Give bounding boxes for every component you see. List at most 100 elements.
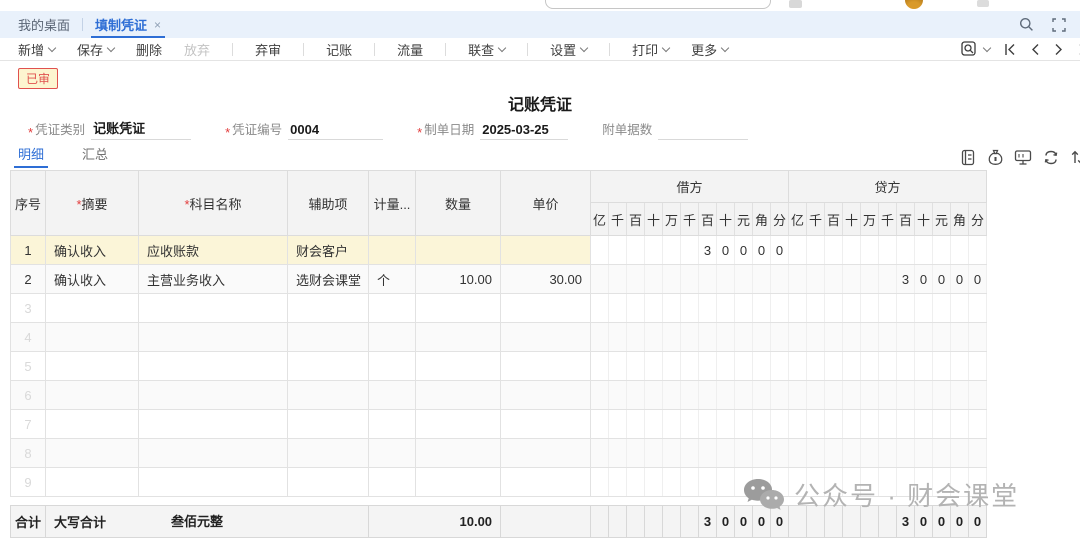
cell-debit-digit[interactable]: [735, 439, 753, 468]
cell-debit-digit[interactable]: [717, 294, 735, 323]
toolbar-button-设置[interactable]: 设置: [550, 40, 587, 59]
cell-debit-digit[interactable]: [591, 352, 609, 381]
cell-credit-digit[interactable]: [843, 381, 861, 410]
cell-summary[interactable]: 确认收入: [46, 265, 139, 294]
cell-debit-digit[interactable]: [663, 468, 681, 497]
cell-credit-digit[interactable]: [897, 323, 915, 352]
cell-credit-digit[interactable]: [879, 294, 897, 323]
cell-credit-digit[interactable]: [969, 381, 987, 410]
cell-debit-digit[interactable]: [681, 323, 699, 352]
cell-debit-digit[interactable]: [681, 439, 699, 468]
cell-debit-digit[interactable]: [717, 468, 735, 497]
cell-debit-digit[interactable]: [609, 323, 627, 352]
cell-debit-digit[interactable]: [627, 381, 645, 410]
cell-credit-digit[interactable]: [861, 352, 879, 381]
cell-credit-digit[interactable]: [843, 294, 861, 323]
cell-credit-digit[interactable]: [843, 323, 861, 352]
cell-debit-digit[interactable]: [681, 352, 699, 381]
cell-credit-digit[interactable]: [861, 439, 879, 468]
cell-credit-digit[interactable]: [807, 236, 825, 265]
cell-debit-digit[interactable]: [735, 294, 753, 323]
cell-debit-digit[interactable]: [591, 294, 609, 323]
cell-credit-digit[interactable]: [861, 410, 879, 439]
cell-credit-digit[interactable]: [969, 236, 987, 265]
cell-account[interactable]: [139, 352, 288, 381]
cell-debit-digit[interactable]: [753, 381, 771, 410]
cell-price[interactable]: [501, 352, 591, 381]
cell-credit-digit[interactable]: 0: [933, 265, 951, 294]
cell-summary[interactable]: 确认收入: [46, 236, 139, 265]
cell-debit-digit[interactable]: [681, 381, 699, 410]
field-value-input[interactable]: [658, 122, 748, 140]
cell-debit-digit[interactable]: [627, 468, 645, 497]
cell-credit-digit[interactable]: 3: [897, 265, 915, 294]
cell-account[interactable]: 应收账款: [139, 236, 288, 265]
cell-account[interactable]: [139, 468, 288, 497]
cell-credit-digit[interactable]: [879, 381, 897, 410]
cell-credit-digit[interactable]: [915, 381, 933, 410]
next-voucher-icon[interactable]: [1054, 43, 1064, 56]
cell-debit-digit[interactable]: [591, 236, 609, 265]
cell-debit-digit[interactable]: [771, 265, 789, 294]
cell-debit-digit[interactable]: [699, 352, 717, 381]
cell-debit-digit[interactable]: [645, 236, 663, 265]
cell-credit-digit[interactable]: [915, 410, 933, 439]
cell-debit-digit[interactable]: [663, 410, 681, 439]
cell-credit-digit[interactable]: [825, 236, 843, 265]
cell-debit-digit[interactable]: [663, 439, 681, 468]
cell-aux[interactable]: [288, 439, 369, 468]
cell-price[interactable]: [501, 323, 591, 352]
cell-credit-digit[interactable]: [843, 352, 861, 381]
cell-debit-digit[interactable]: [699, 294, 717, 323]
cell-debit-digit[interactable]: [735, 381, 753, 410]
cell-credit-digit[interactable]: [969, 294, 987, 323]
cell-summary[interactable]: [46, 294, 139, 323]
cell-debit-digit[interactable]: [699, 468, 717, 497]
cell-debit-digit[interactable]: 0: [771, 236, 789, 265]
cell-qty[interactable]: 10.00: [416, 265, 501, 294]
cell-summary[interactable]: [46, 468, 139, 497]
cell-debit-digit[interactable]: [753, 294, 771, 323]
cell-account[interactable]: [139, 410, 288, 439]
cell-credit-digit[interactable]: [825, 352, 843, 381]
cell-debit-digit[interactable]: [717, 352, 735, 381]
monitor-icon[interactable]: [1014, 149, 1032, 166]
browser-address-input[interactable]: [545, 0, 771, 9]
cell-credit-digit[interactable]: [951, 236, 969, 265]
cell-debit-digit[interactable]: [591, 381, 609, 410]
cell-debit-digit[interactable]: 0: [735, 236, 753, 265]
field-value-input[interactable]: 0004: [288, 122, 383, 140]
toolbar-button-联查[interactable]: 联查: [468, 40, 505, 59]
cell-debit-digit[interactable]: [663, 236, 681, 265]
cell-debit-digit[interactable]: [663, 323, 681, 352]
cell-credit-digit[interactable]: [843, 265, 861, 294]
cell-credit-digit[interactable]: [825, 294, 843, 323]
cell-credit-digit[interactable]: [807, 323, 825, 352]
toolbar-button-保存[interactable]: 保存: [77, 40, 114, 59]
cell-debit-digit[interactable]: [771, 352, 789, 381]
cell-debit-digit[interactable]: [717, 323, 735, 352]
toolbar-button-新增[interactable]: 新增: [18, 40, 55, 59]
toolbar-button-更多[interactable]: 更多: [691, 40, 728, 59]
cell-credit-digit[interactable]: [807, 410, 825, 439]
cell-account[interactable]: [139, 323, 288, 352]
cell-qty[interactable]: [416, 439, 501, 468]
cell-credit-digit[interactable]: [969, 323, 987, 352]
cell-debit-digit[interactable]: [591, 323, 609, 352]
cell-credit-digit[interactable]: [861, 323, 879, 352]
cell-credit-digit[interactable]: [861, 236, 879, 265]
cell-debit-digit[interactable]: [681, 294, 699, 323]
cell-debit-digit[interactable]: [717, 381, 735, 410]
cell-debit-digit[interactable]: [627, 294, 645, 323]
cell-credit-digit[interactable]: [951, 410, 969, 439]
cell-debit-digit[interactable]: [609, 439, 627, 468]
field-value-input[interactable]: 记账凭证: [91, 118, 191, 140]
cell-credit-digit[interactable]: [825, 265, 843, 294]
cell-unit[interactable]: [369, 352, 416, 381]
cell-debit-digit[interactable]: [609, 381, 627, 410]
cell-debit-digit[interactable]: [699, 381, 717, 410]
cell-aux[interactable]: [288, 323, 369, 352]
cell-debit-digit[interactable]: [753, 439, 771, 468]
cell-unit[interactable]: [369, 439, 416, 468]
tab-desktop[interactable]: 我的桌面: [6, 11, 82, 38]
